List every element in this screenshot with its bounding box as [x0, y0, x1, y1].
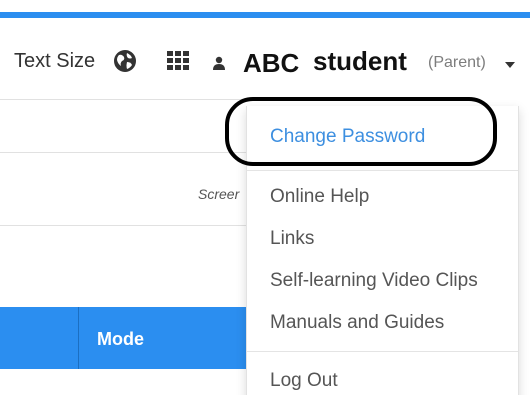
user-icon [213, 56, 225, 70]
header-bar: Text Size ABC student (Parent) [0, 40, 530, 84]
content-divider [0, 225, 246, 226]
user-name[interactable]: student [313, 46, 407, 77]
text-size-button[interactable]: Text Size [14, 50, 95, 73]
caret-down-icon[interactable] [505, 62, 515, 68]
table-header-mode: Mode [97, 329, 144, 349]
org-name[interactable]: ABC [243, 48, 299, 79]
menu-separator [247, 170, 518, 171]
table-header-divider [78, 307, 79, 369]
menu-item-online-help[interactable]: Online Help [270, 186, 369, 208]
content-divider [0, 152, 246, 153]
grid-icon[interactable] [167, 51, 189, 71]
menu-item-change-password[interactable]: Change Password [270, 126, 425, 148]
menu-item-video-clips[interactable]: Self-learning Video Clips [270, 270, 478, 292]
top-accent-bar [0, 12, 530, 18]
content-divider [0, 99, 246, 100]
menu-separator [247, 351, 518, 352]
table-header: Mode [0, 307, 246, 369]
screen-label: Screer [198, 186, 240, 202]
menu-item-manuals[interactable]: Manuals and Guides [270, 312, 444, 334]
user-role[interactable]: (Parent) [428, 54, 486, 72]
globe-icon[interactable] [113, 49, 137, 73]
page: Text Size ABC student (Parent) Screer Mo… [0, 0, 530, 395]
menu-item-links[interactable]: Links [270, 228, 314, 250]
menu-item-log-out[interactable]: Log Out [270, 370, 338, 392]
user-dropdown-menu: Change Password Online Help Links Self-l… [246, 106, 519, 395]
